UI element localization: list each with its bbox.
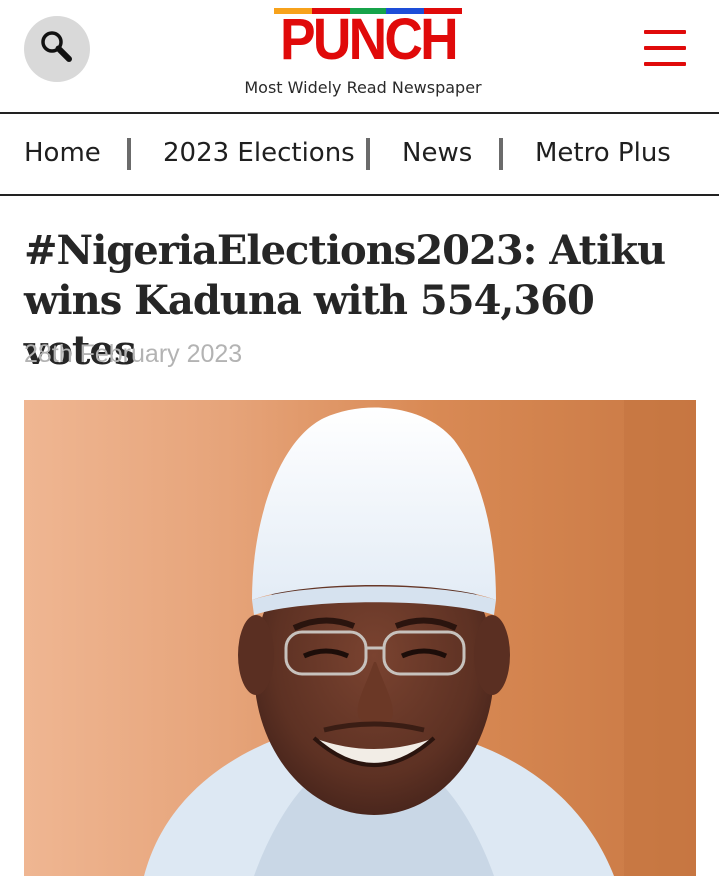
site-header: PUNCH Most Widely Read Newspaper [0, 0, 719, 114]
nav-item-news[interactable]: News [402, 136, 472, 170]
site-tagline: Most Widely Read Newspaper [244, 78, 482, 97]
site-logo[interactable]: PUNCH [274, 8, 462, 72]
hamburger-menu-icon [644, 30, 686, 34]
nav-divider [499, 138, 503, 170]
nav-divider [127, 138, 131, 170]
nav-divider [366, 138, 370, 170]
nav-item-metro-plus[interactable]: Metro Plus [535, 136, 671, 170]
article-photo[interactable] [24, 400, 696, 876]
search-icon [39, 29, 75, 69]
branding: PUNCH Most Widely Read Newspaper [0, 0, 719, 114]
nav-item-home[interactable]: Home [24, 136, 101, 170]
logo-text: PUNCH [280, 7, 459, 72]
search-button[interactable] [24, 16, 90, 82]
main-nav: Home 2023 Elections News Metro Plus [0, 114, 719, 196]
nav-item-2023-elections[interactable]: 2023 Elections [163, 136, 355, 170]
menu-button[interactable] [644, 30, 688, 68]
article-date: 28th February 2023 [24, 340, 243, 368]
